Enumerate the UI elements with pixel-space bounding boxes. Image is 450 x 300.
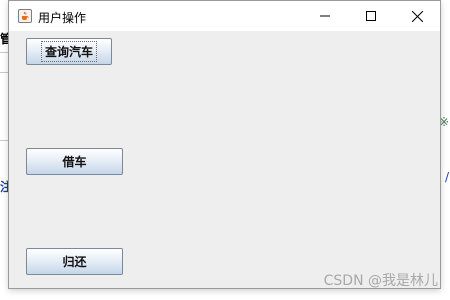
java-coffee-cup-icon[interactable] [18, 9, 32, 23]
return-car-label: 归还 [62, 255, 87, 269]
close-icon [411, 10, 423, 22]
close-button[interactable] [394, 1, 440, 31]
title-bar[interactable]: 用户操作 [9, 1, 440, 31]
maximize-button[interactable] [348, 1, 394, 31]
borrow-car-label: 借车 [62, 155, 87, 169]
return-car-button[interactable]: 归还 [26, 248, 123, 275]
query-cars-button[interactable]: 查询汽车 [26, 38, 112, 65]
background-link-fragment: / [444, 170, 449, 184]
minimize-button[interactable] [302, 1, 348, 31]
user-operation-window: 用户操作 查询汽车 借车 归还 [8, 0, 441, 289]
minimize-icon [320, 15, 330, 17]
csdn-watermark: CSDN @我是林儿 [323, 273, 438, 289]
window-title: 用户操作 [38, 11, 87, 25]
maximize-icon [366, 11, 376, 21]
window-content-pane: 查询汽车 借车 归还 [9, 31, 440, 288]
borrow-car-button[interactable]: 借车 [26, 148, 123, 175]
query-cars-label: 查询汽车 [40, 41, 98, 62]
